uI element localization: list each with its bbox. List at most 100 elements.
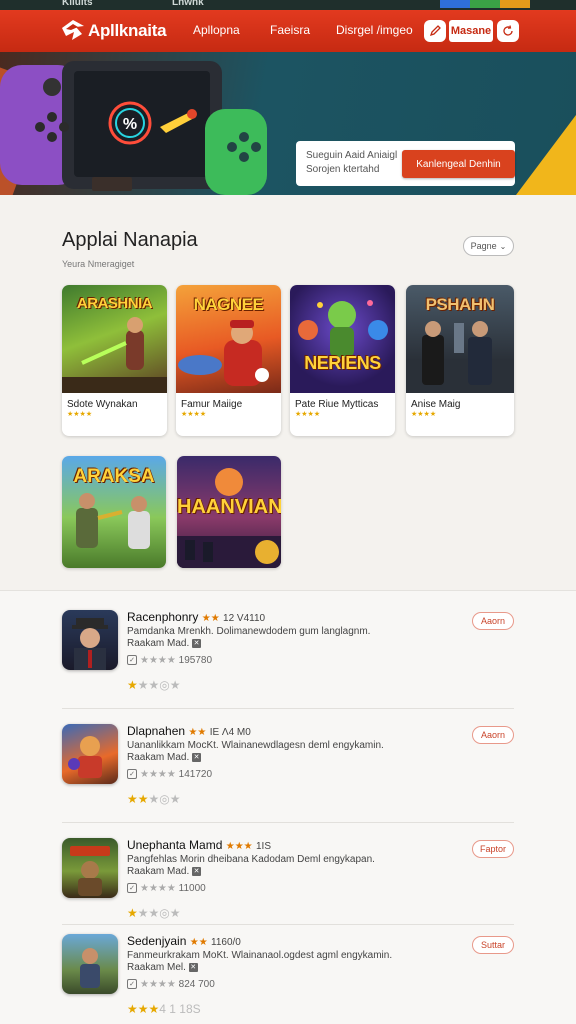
list-item-description: Pamdanka Mrenkh. Dolimanewdodem gum lang… [127, 626, 407, 650]
close-icon[interactable]: ✕ [188, 962, 198, 972]
app-icon [62, 610, 118, 670]
list-item-name: Racenphonry [127, 610, 199, 624]
rating-stars: ★★★ [127, 1002, 160, 1016]
list-item-title: Racenphonry ★★ 12 V4110 [127, 610, 265, 624]
game-console-image: % [0, 61, 267, 195]
list-item-title-stars: ★★ [188, 727, 207, 738]
sort-dropdown[interactable]: Pagne ⌄ [463, 236, 514, 256]
list-item-meta: ✓ ★★★★ 11000 [127, 883, 206, 894]
install-button[interactable]: Aaorn [472, 726, 514, 744]
game-tile[interactable]: ARAKSA [62, 456, 166, 568]
list-item[interactable]: Unephanta Mamd ★★★ 1IS Pangfehlas Morin … [62, 838, 514, 942]
game-card-art: NERIENS [290, 285, 395, 393]
top-strip: Kiluits Lnwhk [0, 0, 576, 10]
close-icon[interactable]: ✕ [192, 866, 202, 876]
rating-row[interactable]: ★★★4 1 18S [127, 1002, 201, 1016]
checkbox-icon[interactable]: ✓ [127, 979, 137, 990]
section-subtitle: Yeura Nmeragiget [62, 259, 135, 269]
nav-item-design[interactable]: Disrgel /imgeo [336, 23, 413, 37]
checkbox-icon[interactable]: ✓ [127, 655, 137, 666]
row-divider [62, 822, 514, 823]
game-card[interactable]: PSHAHN Anise Maig ★★★★ [406, 285, 514, 436]
hero-cta-button[interactable]: Kanlengeal Denhin [402, 150, 515, 178]
game-card[interactable]: NERIENS Pate Riue Mytticas ★★★★ [290, 285, 395, 436]
list-item-title-number: IE Λ4 M0 [209, 727, 251, 738]
list-item-meta: ✓ ★★★★ 195780 [127, 655, 212, 666]
top-swatch [470, 0, 500, 8]
list-item-description-text: Fanmeurkrakam MoKt. Wlainanaol.ogdest ag… [127, 950, 393, 973]
close-icon[interactable]: ✕ [192, 752, 202, 762]
download-count: 11000 [178, 883, 206, 894]
rating-row[interactable]: ★★★◎★ [127, 906, 181, 920]
meta-stars: ★★★★ [140, 883, 176, 894]
app-icon [62, 838, 118, 898]
game-tile[interactable]: HAANVIAN [177, 456, 281, 568]
row-divider [62, 708, 514, 709]
download-count: 195780 [178, 655, 213, 666]
list-item[interactable]: Racenphonry ★★ 12 V4110 Pamdanka Mrenkh.… [62, 610, 514, 714]
hero-decor [516, 115, 576, 195]
app-icon [62, 934, 118, 994]
nav-item-features[interactable]: Faeisra [270, 23, 310, 37]
game-card-stars: ★★★★ [67, 411, 93, 418]
app-icon [62, 724, 118, 784]
brand-logo-icon[interactable] [60, 18, 86, 42]
download-count: 141720 [178, 769, 213, 780]
checkbox-icon[interactable]: ✓ [127, 883, 137, 894]
rating-rest: 4 1 18S [159, 1002, 201, 1016]
game-card-art: NAGNEE [176, 285, 281, 393]
game-art-illustration [62, 317, 167, 393]
game-art-illustration [422, 321, 492, 385]
list-item-title-stars: ★★★ [225, 841, 253, 852]
list-item-name: Dlapnahen [127, 724, 186, 738]
app-header: Apllknaita Apllopna Faeisra Disrgel /img… [0, 10, 576, 52]
row-divider [62, 924, 514, 925]
install-button[interactable]: Faptor [472, 840, 514, 858]
game-card-name: Anise Maig [411, 399, 461, 410]
game-card[interactable]: ARASHNIA Sdote Wynakan ★★★★ [62, 285, 167, 436]
list-item[interactable]: Dlapnahen ★★ IE Λ4 M0 Uananlikkam MocKt.… [62, 724, 514, 828]
list-item-meta: ✓ ★★★★ 824 700 [127, 979, 215, 990]
pen-icon[interactable] [424, 20, 446, 42]
game-card[interactable]: NAGNEE Famur Maiige ★★★★ [176, 285, 281, 436]
game-art-illustration [76, 493, 150, 549]
list-item-title: Unephanta Mamd ★★★ 1IS [127, 838, 271, 852]
close-icon[interactable]: ✕ [192, 638, 202, 648]
brand-name[interactable]: Apllknaita [88, 21, 167, 41]
game-card-name: Famur Maiige [181, 399, 243, 410]
list-item-description: Pangfehlas Morin dheibana Kadodam Deml e… [127, 854, 407, 878]
rating-stars: ★ [127, 906, 138, 920]
game-card-art: ARASHNIA [62, 285, 167, 393]
game-card-stars: ★★★★ [181, 411, 207, 418]
list-item-title-number: 1160/0 [211, 937, 241, 948]
refresh-icon[interactable] [497, 20, 519, 42]
svg-text:%: % [123, 116, 137, 133]
game-art-illustration [177, 468, 281, 568]
list-item-title-number: 1IS [255, 841, 271, 852]
list-item-meta: ✓ ★★★★ 141720 [127, 769, 212, 780]
rating-rest: ★◎★ [148, 792, 181, 806]
nav-item-apps[interactable]: Apllopna [193, 23, 240, 37]
rating-row[interactable]: ★★★◎★ [127, 792, 181, 806]
game-art-title: NERIENS [304, 353, 381, 373]
game-art-illustration [298, 300, 388, 357]
meta-stars: ★★★★ [140, 769, 176, 780]
app-icon-illustration [72, 618, 108, 670]
meta-stars: ★★★★ [140, 979, 176, 990]
list-item[interactable]: Sedenjyain ★★ 1160/0 Fanmeurkrakam MoKt.… [62, 934, 514, 1024]
list-item-title: Sedenjyain ★★ 1160/0 [127, 934, 241, 948]
top-strip-label-mid: Lnwhk [172, 0, 204, 8]
top-swatch [500, 0, 530, 8]
checkbox-icon[interactable]: ✓ [127, 769, 137, 780]
game-art-illustration [178, 320, 269, 386]
rating-stars: ★★ [127, 792, 149, 806]
top-strip-label: Kiluits [62, 0, 93, 8]
install-button[interactable]: Suttar [472, 936, 514, 954]
list-item-title: Dlapnahen ★★ IE Λ4 M0 [127, 724, 251, 738]
rating-row[interactable]: ★★★◎★ [127, 678, 181, 692]
install-button[interactable]: Aaorn [472, 612, 514, 630]
chevron-down-icon: ⌄ [499, 241, 507, 251]
header-action-button[interactable]: Masane [449, 20, 493, 42]
app-icon-illustration [70, 846, 110, 896]
list-item-title-number: 12 V4110 [223, 613, 266, 624]
